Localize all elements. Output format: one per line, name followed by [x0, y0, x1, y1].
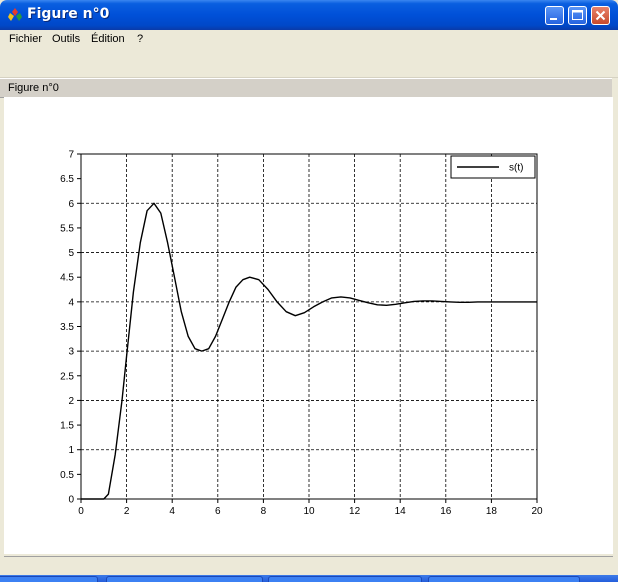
- y-tick-label: 7: [68, 150, 74, 161]
- status-bar: [4, 556, 613, 571]
- close-icon: [595, 10, 606, 21]
- x-tick-label: 6: [215, 506, 221, 517]
- figure-tab-bar: Figure n°0: [0, 78, 612, 98]
- y-tick-label: 2: [68, 396, 74, 407]
- y-tick-label: 0: [68, 495, 74, 506]
- minimize-icon: [550, 18, 557, 20]
- legend-label: s(t): [509, 163, 523, 174]
- plot-svg: 0 2 4 6 8 10 12 14 16 18 20 0 0.5 1 1.5 2 2.5 3 3.5 4 4.5 5 5.…: [60, 150, 543, 518]
- minimize-button[interactable]: [545, 6, 564, 25]
- y-tick-label: 6: [68, 199, 74, 210]
- taskbar-item[interactable]: [428, 576, 580, 582]
- x-tick-label: 12: [349, 506, 361, 517]
- y-tick-label: 5.5: [60, 223, 74, 234]
- scilab-icon: [8, 8, 22, 21]
- x-tick-label: 18: [486, 506, 498, 517]
- figure-canvas[interactable]: 0 2 4 6 8 10 12 14 16 18 20 0 0.5 1 1.5 2 2.5 3 3.5 4 4.5 5 5.…: [4, 97, 613, 554]
- axes: 0 2 4 6 8 10 12 14 16 18 20 0 0.5 1 1.5 2 2.5 3 3.5 4 4.5 5 5.…: [60, 150, 543, 518]
- x-tick-label: 20: [531, 506, 543, 517]
- y-tick-label: 3: [68, 347, 74, 358]
- x-tick-label: 0: [78, 506, 84, 517]
- menu-edition[interactable]: Édition: [91, 33, 125, 45]
- x-tick-label: 14: [395, 506, 407, 517]
- x-tick-label: 10: [303, 506, 315, 517]
- taskbar-item[interactable]: [268, 576, 422, 582]
- y-tick-label: 0.5: [60, 470, 74, 481]
- menu-outils[interactable]: Outils: [52, 33, 80, 45]
- close-button[interactable]: [591, 6, 610, 25]
- grid: [81, 154, 537, 499]
- x-tick-label: 16: [440, 506, 452, 517]
- x-tick-label: 2: [124, 506, 130, 517]
- y-tick-label: 1: [68, 445, 74, 456]
- y-tick-label: 1.5: [60, 421, 74, 432]
- legend: s(t): [450, 155, 536, 179]
- menu-bar: Fichier Outils Édition ?: [0, 30, 618, 48]
- title-bar[interactable]: Figure n°0: [0, 0, 618, 30]
- y-tick-label: 6.5: [60, 174, 74, 185]
- figure-tab-label[interactable]: Figure n°0: [8, 82, 59, 94]
- y-tick-label: 4.5: [60, 273, 74, 284]
- window-title: Figure n°0: [27, 6, 110, 22]
- taskbar-item[interactable]: [0, 576, 98, 582]
- y-tick-label: 2.5: [60, 371, 74, 382]
- maximize-button[interactable]: [568, 6, 587, 25]
- y-tick-label: 5: [68, 248, 74, 259]
- window-frame: Fichier Outils Édition ? Figure n°0 0 2 4 6…: [0, 30, 618, 575]
- x-tick-label: 4: [169, 506, 175, 517]
- toolbar: [0, 48, 618, 78]
- taskbar: [0, 575, 618, 582]
- y-tick-label: 3.5: [60, 322, 74, 333]
- y-tick-label: 4: [68, 297, 74, 308]
- x-tick-label: 8: [261, 506, 267, 517]
- maximize-icon: [572, 10, 583, 20]
- menu-help[interactable]: ?: [137, 33, 143, 45]
- menu-fichier[interactable]: Fichier: [9, 33, 42, 45]
- taskbar-item[interactable]: [106, 576, 263, 582]
